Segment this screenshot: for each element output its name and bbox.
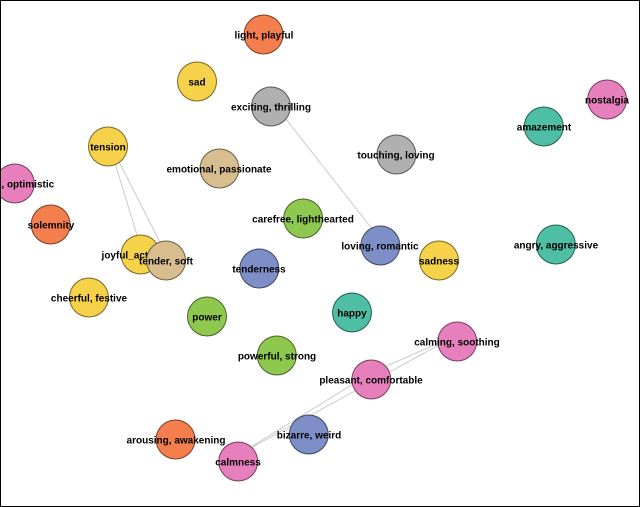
node-label: tender, soft bbox=[139, 257, 193, 268]
graph-node[interactable]: nostalgia bbox=[585, 80, 629, 107]
node-label: cheerful, festive bbox=[51, 294, 127, 305]
graph-node[interactable]: emotional, passionate bbox=[166, 149, 271, 176]
graph-node[interactable]: tension bbox=[88, 127, 128, 154]
node-label: tenderness bbox=[232, 265, 285, 276]
node-label: carefree, lighthearted bbox=[252, 215, 354, 226]
graph-node[interactable]: pleasant, comfortable bbox=[319, 360, 422, 387]
graph-node[interactable]: bizarre, weird bbox=[277, 415, 341, 442]
node-label: nostalgia bbox=[585, 96, 629, 107]
graph-node[interactable]: angry, aggressive bbox=[514, 225, 598, 252]
graph-node[interactable]: amazement bbox=[517, 107, 571, 134]
graph-node[interactable]: light, playful bbox=[235, 15, 294, 42]
graph-node[interactable]: happy bbox=[332, 293, 372, 320]
graph-viewport: light, playful sad exciting, thrilling nost… bbox=[0, 0, 640, 507]
graph-node[interactable]: touching, loving bbox=[357, 135, 434, 162]
node-label: pleasant, comfortable bbox=[319, 376, 422, 387]
node-label: light, playful bbox=[235, 31, 294, 42]
node-label: sadness bbox=[419, 257, 459, 268]
graph-node[interactable]: tenderness bbox=[232, 249, 285, 276]
graph-node[interactable]: loving, romantic bbox=[341, 226, 418, 253]
graph-node[interactable]: powerful, strong bbox=[238, 336, 316, 363]
node-label: sitive, optimistic bbox=[0, 180, 54, 191]
graph-node[interactable]: power bbox=[187, 297, 227, 324]
node-label: exciting, thrilling bbox=[231, 103, 311, 114]
graph-node[interactable]: cheerful, festive bbox=[51, 278, 127, 305]
node-label: angry, aggressive bbox=[514, 241, 598, 252]
node-label: sad bbox=[177, 78, 217, 89]
graph-node[interactable]: solemnity bbox=[28, 205, 75, 232]
node-label: power bbox=[187, 313, 227, 324]
graph-node[interactable]: tender, soft bbox=[139, 241, 193, 268]
graph-node[interactable]: sadness bbox=[419, 241, 459, 268]
node-label: arousing, awakening bbox=[127, 436, 226, 447]
node-label: powerful, strong bbox=[238, 352, 316, 363]
node-label: emotional, passionate bbox=[166, 165, 271, 176]
graph-node[interactable]: calming, soothing bbox=[414, 322, 500, 349]
node-label: solemnity bbox=[28, 221, 75, 232]
graph-node[interactable]: calmness bbox=[215, 442, 261, 469]
node-label: calmness bbox=[215, 458, 261, 469]
graph-node[interactable]: sad bbox=[177, 62, 217, 89]
node-label: amazement bbox=[517, 123, 571, 134]
graph-node[interactable]: carefree, lighthearted bbox=[252, 199, 354, 226]
graph-node[interactable]: exciting, thrilling bbox=[231, 87, 311, 114]
node-label: calming, soothing bbox=[414, 338, 500, 349]
node-label: loving, romantic bbox=[341, 242, 418, 253]
graph-node[interactable]: sitive, optimistic bbox=[0, 164, 54, 191]
node-label: happy bbox=[332, 309, 372, 320]
node-label: bizarre, weird bbox=[277, 431, 341, 442]
graph-node[interactable]: arousing, awakening bbox=[127, 420, 226, 447]
node-label: tension bbox=[88, 143, 128, 154]
node-label: touching, loving bbox=[357, 151, 434, 162]
